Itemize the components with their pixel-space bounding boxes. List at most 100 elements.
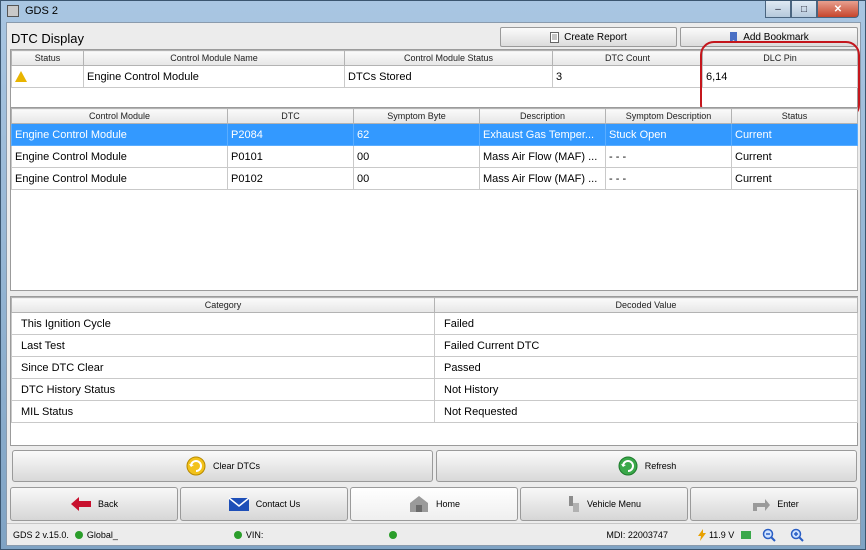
value-cell: Failed Current DTC bbox=[434, 334, 858, 357]
vehicle-menu-button[interactable]: Vehicle Menu bbox=[520, 487, 688, 521]
minimize-button[interactable]: – bbox=[765, 1, 791, 18]
symptom-desc-cell: - - - bbox=[605, 167, 732, 190]
title-bar[interactable]: GDS 2 – □ ✕ bbox=[1, 1, 865, 21]
zoom-out-icon[interactable] bbox=[762, 528, 777, 542]
table-row[interactable]: Engine Control Module P0101 00 Mass Air … bbox=[11, 145, 858, 168]
create-report-label: Create Report bbox=[564, 31, 627, 43]
table-row[interactable]: Engine Control Module P2084 62 Exhaust G… bbox=[11, 123, 858, 146]
col-dtc-count[interactable]: DTC Count bbox=[552, 50, 703, 66]
client-area: DTC Display Create Report Add Bookmark S… bbox=[6, 22, 861, 546]
module-cell: Engine Control Module bbox=[11, 167, 228, 190]
report-icon bbox=[550, 31, 560, 43]
value-cell: Not Requested bbox=[434, 400, 858, 423]
col-status[interactable]: Status bbox=[11, 50, 84, 66]
col-symptom-description[interactable]: Symptom Description bbox=[605, 108, 732, 124]
dtc-cell: P2084 bbox=[227, 123, 354, 146]
vehicle-menu-icon bbox=[568, 496, 579, 512]
home-label: Home bbox=[435, 499, 460, 509]
symptom-desc-cell: Stuck Open bbox=[605, 123, 732, 146]
col-dtc[interactable]: DTC bbox=[227, 108, 354, 124]
table-row[interactable]: MIL Status Not Requested bbox=[11, 400, 858, 423]
warning-icon bbox=[15, 70, 27, 82]
close-button[interactable]: ✕ bbox=[817, 1, 859, 18]
refresh-button[interactable]: Refresh bbox=[436, 450, 857, 482]
category-cell: DTC History Status bbox=[11, 378, 435, 401]
dtc-count-cell: 3 bbox=[552, 65, 703, 88]
home-button[interactable]: Home bbox=[350, 487, 518, 521]
symptom-desc-cell: - - - bbox=[605, 145, 732, 168]
status-dot-icon bbox=[233, 530, 242, 539]
module-cell: Engine Control Module bbox=[11, 123, 228, 146]
table-row[interactable]: Engine Control Module P0102 00 Mass Air … bbox=[11, 167, 858, 190]
table-row[interactable]: This Ignition Cycle Failed bbox=[11, 312, 858, 335]
col-category[interactable]: Category bbox=[11, 297, 435, 313]
col-dlc-pin[interactable]: DLC Pin bbox=[702, 50, 858, 66]
status-cell: Current bbox=[731, 167, 858, 190]
col-control-module[interactable]: Control Module bbox=[11, 108, 228, 124]
dtc-table-panel: Control Module DTC Symptom Byte Descript… bbox=[10, 107, 858, 291]
add-bookmark-button[interactable]: Add Bookmark bbox=[680, 27, 858, 47]
clear-dtcs-label: Clear DTCs bbox=[212, 461, 260, 471]
vin-status: VIN: bbox=[228, 529, 264, 540]
symptom-byte-cell: 00 bbox=[353, 167, 480, 190]
status-bar: GDS 2 v.15.0. Global_ VIN: MDI: 22003747… bbox=[7, 523, 860, 545]
value-cell: Not History bbox=[434, 378, 858, 401]
home-icon bbox=[409, 496, 428, 512]
module-summary-table: Status Control Module Name Control Modul… bbox=[11, 50, 858, 88]
signal-icon bbox=[741, 530, 752, 539]
table-row[interactable]: Since DTC Clear Passed bbox=[11, 356, 858, 379]
bookmark-icon bbox=[730, 31, 738, 43]
description-cell: Exhaust Gas Temper... bbox=[479, 123, 606, 146]
col-symptom-byte[interactable]: Symptom Byte bbox=[353, 108, 480, 124]
module-status-cell: DTCs Stored bbox=[344, 65, 553, 88]
voltage-status: 11.9 V bbox=[697, 528, 735, 541]
voltage-text: 11.9 V bbox=[708, 529, 735, 540]
version-text: GDS 2 v.15.0. bbox=[13, 529, 69, 540]
category-cell: This Ignition Cycle bbox=[11, 312, 435, 335]
col-decoded-value[interactable]: Decoded Value bbox=[434, 297, 858, 313]
refresh-icon bbox=[618, 456, 638, 476]
table-row[interactable]: Engine Control Module DTCs Stored 3 6,14 bbox=[11, 65, 858, 88]
vin-label: VIN: bbox=[245, 529, 264, 540]
gds2-window: GDS 2 – □ ✕ DTC Display Create Report Ad… bbox=[0, 0, 866, 550]
window-controls: – □ ✕ bbox=[765, 1, 859, 18]
maximize-button[interactable]: □ bbox=[791, 1, 817, 18]
symptom-byte-cell: 62 bbox=[353, 123, 480, 146]
vehicle-status bbox=[383, 530, 401, 539]
description-cell: Mass Air Flow (MAF) ... bbox=[479, 145, 606, 168]
status-cell bbox=[11, 65, 84, 88]
back-arrow-icon bbox=[70, 497, 91, 511]
decoded-panel: Category Decoded Value This Ignition Cyc… bbox=[10, 296, 858, 446]
clear-dtcs-button[interactable]: Clear DTCs bbox=[12, 450, 433, 482]
zoom-in-icon[interactable] bbox=[790, 528, 805, 542]
status-dot-icon bbox=[74, 530, 83, 539]
col-dtc-status[interactable]: Status bbox=[731, 108, 858, 124]
col-module-status[interactable]: Control Module Status bbox=[344, 50, 553, 66]
create-report-button[interactable]: Create Report bbox=[500, 27, 677, 47]
envelope-icon bbox=[228, 497, 250, 511]
col-module-name[interactable]: Control Module Name bbox=[83, 50, 345, 66]
dlc-pin-cell: 6,14 bbox=[702, 65, 858, 88]
mdi-text: MDI: 22003747 bbox=[606, 529, 668, 540]
contact-us-button[interactable]: Contact Us bbox=[180, 487, 348, 521]
refresh-label: Refresh bbox=[644, 461, 677, 471]
back-button[interactable]: Back bbox=[10, 487, 178, 521]
status-cell: Current bbox=[731, 145, 858, 168]
col-description[interactable]: Description bbox=[479, 108, 606, 124]
enter-label: Enter bbox=[777, 499, 799, 509]
category-cell: Last Test bbox=[11, 334, 435, 357]
table-row[interactable]: Last Test Failed Current DTC bbox=[11, 334, 858, 357]
enter-button[interactable]: Enter bbox=[690, 487, 858, 521]
app-icon bbox=[7, 5, 19, 17]
server-status: Global_ bbox=[69, 530, 118, 540]
value-cell: Failed bbox=[434, 312, 858, 335]
server-text: Global_ bbox=[86, 529, 118, 540]
dtc-cell: P0102 bbox=[227, 167, 354, 190]
dtc-cell: P0101 bbox=[227, 145, 354, 168]
value-cell: Passed bbox=[434, 356, 858, 379]
enter-arrow-icon bbox=[753, 499, 771, 511]
window-title: GDS 2 bbox=[25, 5, 59, 17]
dtc-table: Control Module DTC Symptom Byte Descript… bbox=[11, 108, 858, 190]
table-row[interactable]: DTC History Status Not History bbox=[11, 378, 858, 401]
symptom-byte-cell: 00 bbox=[353, 145, 480, 168]
